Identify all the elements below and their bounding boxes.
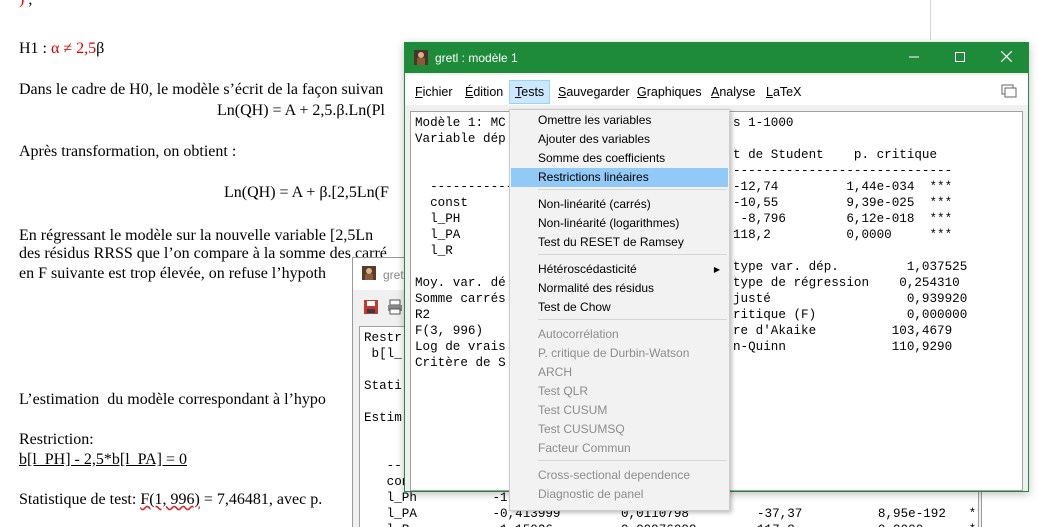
window-titlebar[interactable]: gretl : modèle 1 <box>405 43 1028 73</box>
hypothesis-h1: H1 : α ≠ 2,5β <box>19 40 105 57</box>
page-edge <box>930 0 931 40</box>
save-icon[interactable] <box>363 299 379 315</box>
menu-graphiques[interactable]: Graphiques <box>631 80 708 104</box>
menu-item-restrictions-lin-aires[interactable]: Restrictions linéaires <box>511 168 728 187</box>
copy-icon[interactable] <box>1001 84 1017 98</box>
menu-item-test-du-reset-de-ramsey[interactable]: Test du RESET de Ramsey <box>511 233 728 252</box>
menu-latex[interactable]: LaTeX <box>760 80 807 104</box>
menu-separator <box>538 319 727 320</box>
test-statistic: Statistique de test: F(1, 996) = 7,46481… <box>19 491 323 508</box>
print-icon[interactable] <box>387 299 403 315</box>
restriction-expression: b[l_PH] - 2,5*b[l_PA] = 0 <box>19 451 187 468</box>
model-output-right: s 1-1000 t de Student p. critique ------… <box>733 116 968 354</box>
menu-item-p-critique-de-durbin-watson: P. critique de Durbin-Watson <box>538 346 690 360</box>
menu-item-somme-des-coefficients[interactable]: Somme des coefficients <box>511 149 728 168</box>
menu-separator <box>538 254 727 255</box>
menu-analyse[interactable]: Analyse <box>705 80 761 104</box>
window-title: gretl <box>383 268 407 282</box>
menu-tests[interactable]: Tests <box>509 80 551 104</box>
minimize-button[interactable] <box>891 43 937 73</box>
menu-item-arch: ARCH <box>538 365 573 379</box>
menu-item-test-cusum: Test CUSUM <box>538 403 608 417</box>
menu-item-autocorr-lation: Autocorrélation <box>538 327 619 341</box>
menu-item-facteur-commun: Facteur Commun <box>538 441 631 455</box>
window-title: gretl : modèle 1 <box>435 51 518 65</box>
menu-item-test-cusumsq: Test CUSUMSQ <box>538 422 625 436</box>
tests-dropdown-menu: Omettre les variables Ajouter des variabl… <box>509 109 730 511</box>
paragraph-h0-model: Dans le cadre de H0, le modèle s’écrit d… <box>19 81 384 98</box>
paragraph-regression-2: des résidus RRSS que l’on compare à la s… <box>19 245 387 262</box>
menu-separator <box>538 189 727 190</box>
menu-item-normalit-des-r-sidus[interactable]: Normalité des résidus <box>511 279 728 298</box>
menu-separator <box>538 460 727 461</box>
minimize-icon <box>909 56 919 58</box>
paragraph-transformation: Après transformation, on obtient : <box>19 143 237 160</box>
paragraph-regression-3: en F suivante est trop élevée, on refuse… <box>19 265 327 282</box>
close-button[interactable] <box>983 43 1029 73</box>
equation-transformed: Ln(QH) = A + β.[2,5Ln(F <box>224 184 389 201</box>
doc-fragment-top: ) , <box>19 0 32 9</box>
menu-sauvegarder[interactable]: Sauvegarder <box>552 80 636 104</box>
menu-edition[interactable]: Édition <box>459 80 509 104</box>
menu-fichier[interactable]: Fichier <box>409 80 459 104</box>
maximize-button[interactable] <box>937 43 983 73</box>
gretl-app-icon <box>414 50 428 65</box>
paragraph-estimation: L’estimation du modèle correspondant à l… <box>19 391 326 408</box>
gretl-app-icon <box>362 266 376 280</box>
menu-item-test-de-chow[interactable]: Test de Chow <box>511 298 728 317</box>
maximize-icon <box>955 52 965 62</box>
menu-item-non-lin-arit-carr-s[interactable]: Non-linéarité (carrés) <box>511 195 728 214</box>
restriction-label: Restriction: <box>19 431 94 448</box>
menu-item-h-t-rosc-dasticit[interactable]: Hétéroscédasticité ▶ <box>511 260 728 279</box>
paragraph-regression-1: En régressant le modèle sur la nouvelle … <box>19 227 374 244</box>
equation-h0: Ln(QH) = A + 2,5.β.Ln(Pl <box>217 102 385 119</box>
submenu-arrow-icon: ▶ <box>713 265 720 274</box>
menu-item-ajouter-des-variables[interactable]: Ajouter des variables <box>511 130 728 149</box>
menu-item-diagnostic-de-panel: Diagnostic de panel <box>538 487 644 501</box>
close-icon <box>1000 50 1012 63</box>
menu-bar: Fichier Édition Tests Sauvegarder Graphi… <box>405 75 1028 105</box>
menu-item-omettre-les-variables[interactable]: Omettre les variables <box>511 111 728 130</box>
menu-item-non-lin-arit-logarithmes[interactable]: Non-linéarité (logarithmes) <box>511 214 728 233</box>
menu-item-test-qlr: Test QLR <box>538 384 589 398</box>
menu-item-cross-sectional-dependence: Cross-sectional dependence <box>538 468 691 482</box>
